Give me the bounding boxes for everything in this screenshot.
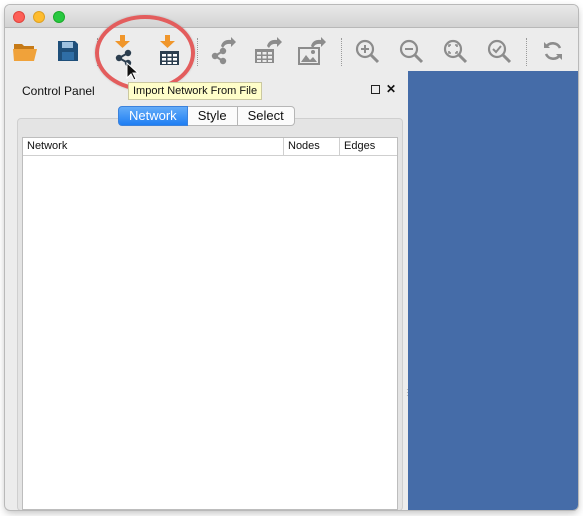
zoom-in-button[interactable] xyxy=(352,36,382,66)
zoom-in-icon xyxy=(355,39,380,64)
toolbar xyxy=(5,28,578,74)
panel-content: Network Style Select Network Nodes Edges xyxy=(17,106,403,510)
export-network-icon xyxy=(211,37,236,65)
tab-style[interactable]: Style xyxy=(187,106,238,126)
save-icon xyxy=(58,41,78,61)
open-session-button[interactable] xyxy=(11,36,41,66)
table-header: Network Nodes Edges xyxy=(23,138,397,156)
refresh-button[interactable] xyxy=(538,36,568,66)
export-network-button[interactable] xyxy=(208,36,238,66)
panel-title: Control Panel xyxy=(22,84,95,98)
column-header-network[interactable]: Network xyxy=(23,138,284,155)
tab-select[interactable]: Select xyxy=(237,106,295,126)
maximize-icon xyxy=(370,85,380,94)
toolbar-separator xyxy=(526,38,527,66)
network-view-canvas[interactable] xyxy=(408,71,578,510)
toolbar-separator xyxy=(197,38,198,66)
export-table-icon xyxy=(255,37,282,63)
zoom-fit-button[interactable] xyxy=(440,36,470,66)
zoom-out-button[interactable] xyxy=(396,36,426,66)
close-window-button[interactable] xyxy=(13,11,25,23)
network-table: Network Nodes Edges xyxy=(22,137,398,510)
zoom-fit-icon xyxy=(443,39,468,64)
mouse-cursor-icon xyxy=(126,62,140,81)
panel-tabs: Network Style Select xyxy=(118,106,295,126)
minimize-window-button[interactable] xyxy=(33,11,45,23)
column-header-nodes[interactable]: Nodes xyxy=(284,138,340,155)
toolbar-separator xyxy=(341,38,342,66)
column-header-edges[interactable]: Edges xyxy=(340,138,397,155)
export-table-button[interactable] xyxy=(253,36,283,66)
export-image-button[interactable] xyxy=(297,36,327,66)
close-panel-button[interactable]: ✕ xyxy=(384,82,398,96)
tab-network[interactable]: Network xyxy=(118,106,188,126)
zoom-selected-icon xyxy=(487,39,512,64)
maximize-panel-button[interactable] xyxy=(368,82,382,97)
export-image-icon xyxy=(298,37,326,65)
open-folder-icon xyxy=(13,44,37,61)
zoom-window-button[interactable] xyxy=(53,11,65,23)
refresh-icon xyxy=(544,42,562,60)
app-window: Control Panel ✕ Network Style Select Net… xyxy=(5,5,578,510)
zoom-selected-button[interactable] xyxy=(484,36,514,66)
tooltip: Import Network From File xyxy=(128,82,263,100)
title-bar xyxy=(5,5,578,28)
zoom-out-icon xyxy=(399,39,424,64)
save-session-button[interactable] xyxy=(53,36,83,66)
control-panel: Control Panel ✕ Network Style Select Net… xyxy=(10,74,407,510)
highlight-ring xyxy=(95,15,195,91)
